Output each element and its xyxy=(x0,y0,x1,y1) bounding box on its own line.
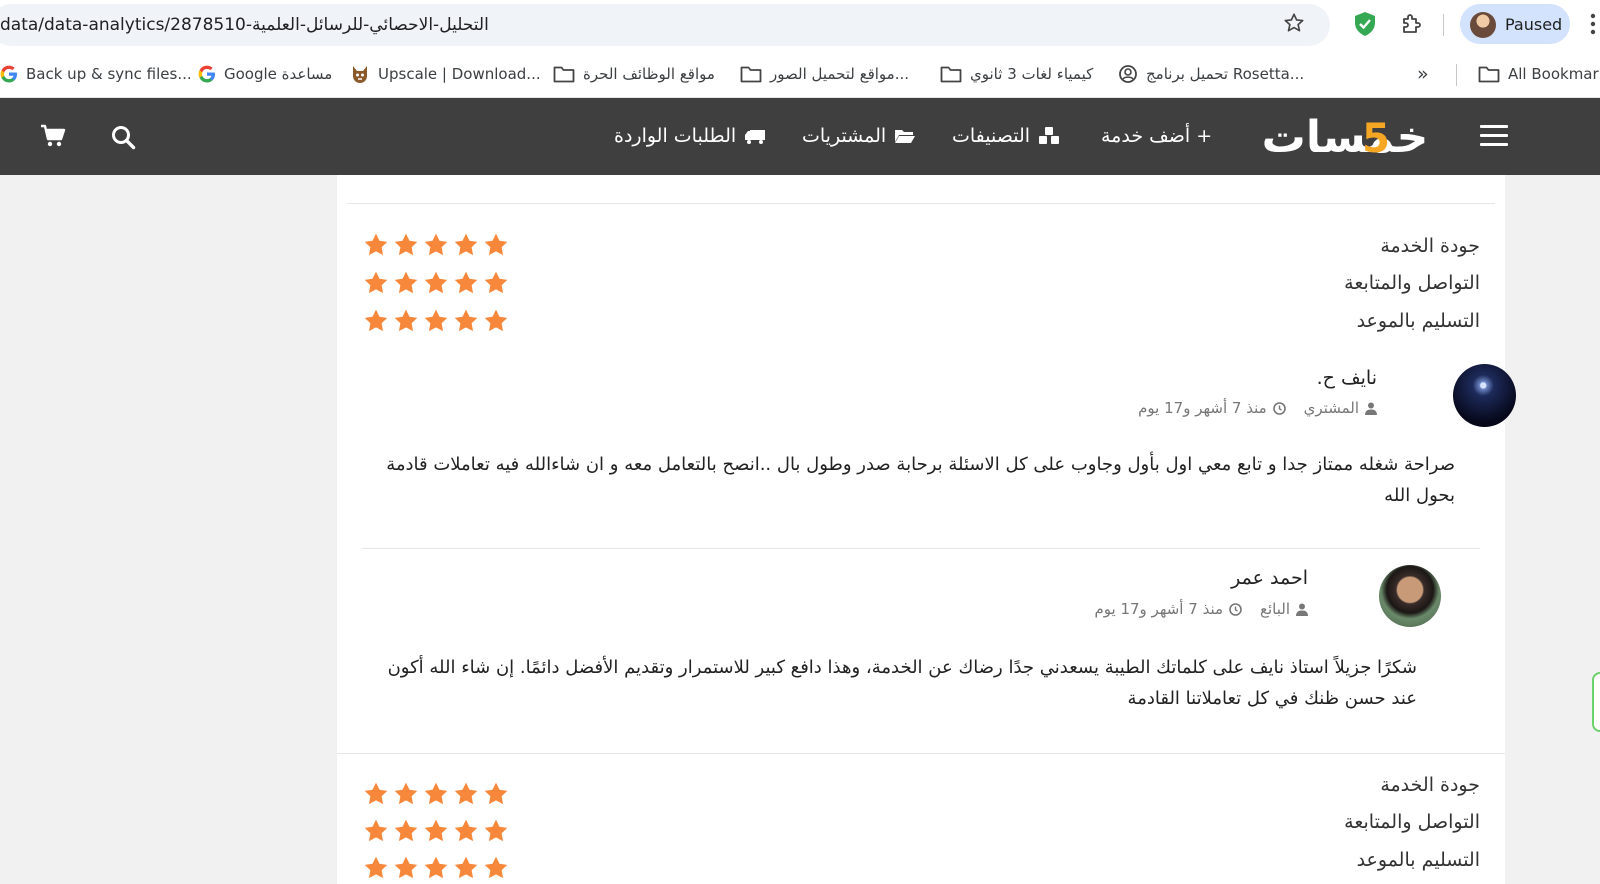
site-header: الطلبات الواردة المشتريات التصنيفات + أض… xyxy=(0,98,1600,175)
star-icon xyxy=(394,271,418,294)
google-icon xyxy=(0,65,17,83)
stars-quality xyxy=(363,781,509,807)
stars-quality xyxy=(363,232,509,258)
google-icon xyxy=(198,65,215,83)
categories-icon xyxy=(1039,127,1060,144)
star-icon xyxy=(394,819,418,842)
star-icon xyxy=(484,856,508,879)
bookmark-label: تحميل برنامج Rosetta... xyxy=(1146,65,1305,83)
stars-delivery xyxy=(363,855,509,881)
star-icon xyxy=(364,856,388,879)
profile-status-label: Paused xyxy=(1505,15,1563,34)
folder-open-icon xyxy=(895,130,916,143)
bookmark-label: All Bookmarks xyxy=(1508,65,1600,83)
star-icon xyxy=(484,233,508,256)
star-icon xyxy=(454,233,478,256)
nav-label: التصنيفات xyxy=(952,125,1031,147)
rating-label-quality: جودة الخدمة xyxy=(1380,774,1480,796)
bookmark-freelance-jobs[interactable]: مواقع الوظائف الحرة xyxy=(553,62,715,86)
chevron-double-icon: » xyxy=(1417,63,1429,85)
star-icon xyxy=(364,271,388,294)
star-icon xyxy=(364,782,388,805)
profile-button[interactable]: Paused xyxy=(1460,4,1570,44)
toolbar-divider xyxy=(1443,14,1444,36)
nav-incoming-orders[interactable]: الطلبات الواردة xyxy=(614,122,766,150)
browser-menu-icon[interactable] xyxy=(1590,12,1596,36)
reviews-panel: جودة الخدمة التواصل والمتابعة التسليم با… xyxy=(337,175,1516,884)
star-icon xyxy=(484,271,508,294)
nav-add-service[interactable]: + أضف خدمة xyxy=(1101,122,1212,150)
star-icon xyxy=(424,233,448,256)
bookmark-label: كيمياء لغات 3 ثانوي xyxy=(970,65,1094,83)
rosetta-icon xyxy=(1119,65,1137,83)
bookmark-label: مواقع لتحميل الصور... xyxy=(770,65,910,83)
cart-icon[interactable] xyxy=(40,124,66,148)
star-icon xyxy=(484,309,508,332)
logo-accent-5: 5 xyxy=(1362,116,1390,162)
star-icon xyxy=(424,782,448,805)
bookmark-chemistry[interactable]: كيمياء لغات 3 ثانوي xyxy=(940,62,1093,86)
bookmarks-bar: Back up & sync files... Google مساعدة Up… xyxy=(0,50,1600,98)
star-icon xyxy=(364,233,388,256)
star-icon xyxy=(454,782,478,805)
bookmark-label: Upscale | Download... xyxy=(378,65,541,83)
bookmark-rosetta[interactable]: تحميل برنامج Rosetta... xyxy=(1118,62,1304,86)
stars-communication xyxy=(363,818,509,844)
folder-icon xyxy=(940,66,962,83)
star-icon xyxy=(454,856,478,879)
bookmark-image-sites[interactable]: مواقع لتحميل الصور... xyxy=(740,62,909,86)
khamsat-logo[interactable]: خمسات 5 xyxy=(1250,112,1440,162)
extensions-puzzle-icon[interactable] xyxy=(1400,12,1424,36)
folder-icon xyxy=(1478,66,1500,83)
bookmark-backup-sync[interactable]: Back up & sync files... xyxy=(0,62,192,86)
star-icon xyxy=(424,819,448,842)
rating-label-delivery: التسليم بالموعد xyxy=(1356,849,1480,871)
nav-label: الطلبات الواردة xyxy=(614,125,737,147)
folder-icon xyxy=(553,66,575,83)
profile-avatar xyxy=(1470,12,1496,38)
star-icon xyxy=(394,309,418,332)
star-icon xyxy=(424,309,448,332)
star-icon xyxy=(454,309,478,332)
address-bar[interactable]: data/data-analytics/2878510-التحليل-الاح… xyxy=(0,4,1330,46)
logo-text: خمسات xyxy=(1262,112,1429,162)
upscale-icon xyxy=(353,66,367,83)
stars-communication xyxy=(363,270,509,296)
star-icon xyxy=(424,271,448,294)
shield-extension-icon[interactable] xyxy=(1353,11,1377,37)
nav-purchases[interactable]: المشتريات xyxy=(802,122,916,150)
star-icon xyxy=(394,233,418,256)
star-icon xyxy=(484,819,508,842)
nav-label: المشتريات xyxy=(802,125,887,147)
rating-label-communication: التواصل والمتابعة xyxy=(1344,811,1480,833)
star-icon xyxy=(484,782,508,805)
side-widget-tab[interactable] xyxy=(1592,672,1600,732)
star-icon xyxy=(424,856,448,879)
bookmark-label: Google مساعدة xyxy=(224,65,333,83)
search-icon[interactable] xyxy=(110,124,136,150)
star-icon xyxy=(394,782,418,805)
bookmark-star-icon[interactable] xyxy=(1283,12,1305,34)
browser-toolbar: data/data-analytics/2878510-التحليل-الاح… xyxy=(0,0,1600,50)
star-icon xyxy=(364,819,388,842)
nav-categories[interactable]: التصنيفات xyxy=(952,122,1060,150)
folder-icon xyxy=(740,66,762,83)
truck-icon xyxy=(745,130,766,144)
bookmarks-divider xyxy=(1456,64,1457,86)
url-text[interactable]: data/data-analytics/2878510-التحليل-الاح… xyxy=(0,15,489,35)
stars-delivery xyxy=(363,308,509,334)
hamburger-menu-icon[interactable] xyxy=(1480,125,1508,147)
star-icon xyxy=(394,856,418,879)
star-icon xyxy=(364,309,388,332)
star-icon xyxy=(454,819,478,842)
bookmark-google-help[interactable]: Google مساعدة xyxy=(198,62,332,86)
star-icon xyxy=(454,271,478,294)
bookmark-upscale[interactable]: Upscale | Download... xyxy=(350,62,541,86)
bookmark-label: Back up & sync files... xyxy=(26,65,192,83)
all-bookmarks-button[interactable]: All Bookmarks xyxy=(1478,62,1600,86)
bookmark-label: مواقع الوظائف الحرة xyxy=(583,65,715,83)
nav-label: + أضف خدمة xyxy=(1101,125,1213,147)
bookmarks-overflow-button[interactable]: » xyxy=(1417,62,1429,86)
